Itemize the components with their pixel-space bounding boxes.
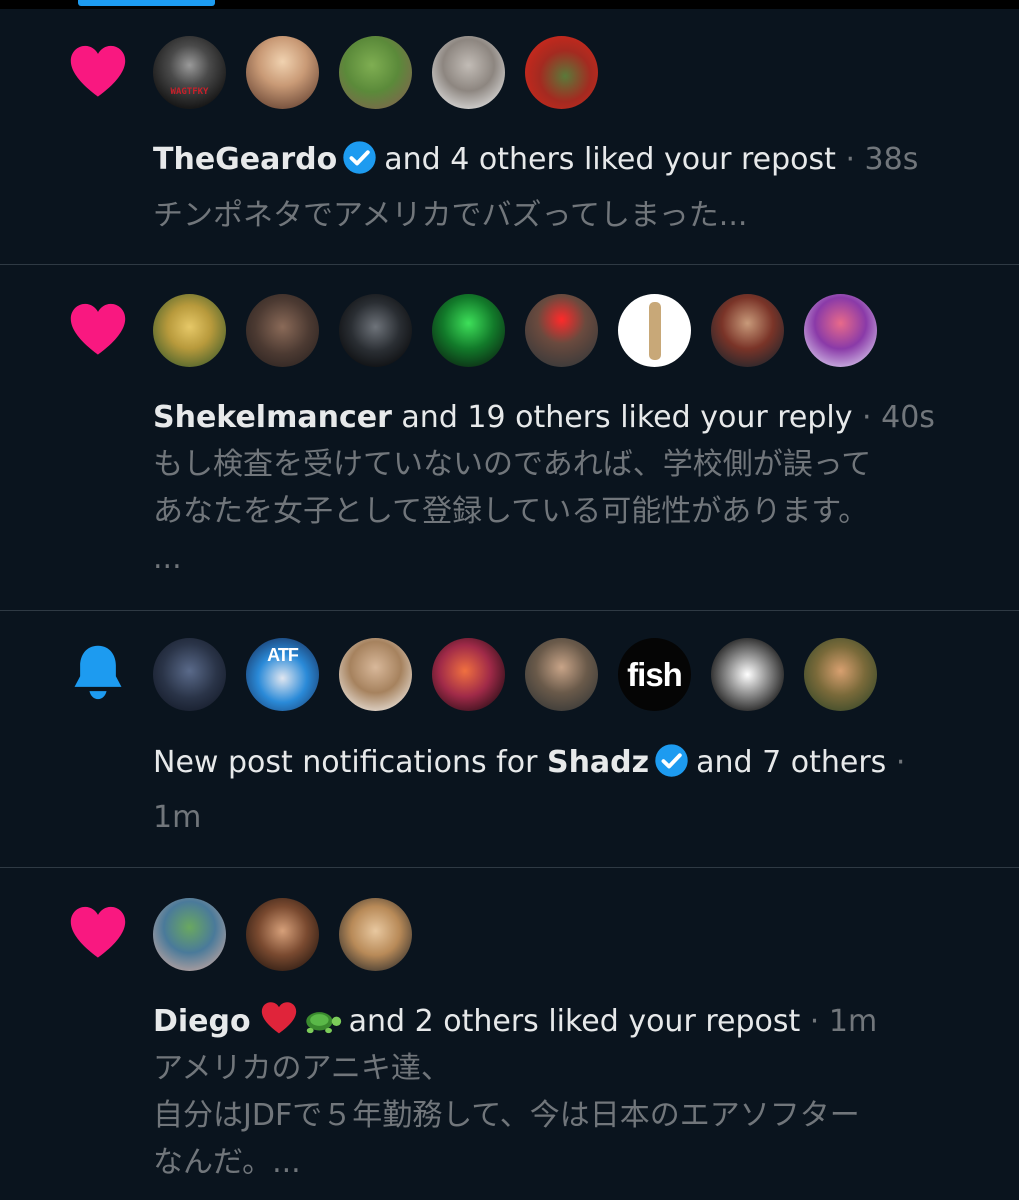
- avatar[interactable]: [153, 898, 226, 971]
- avatar[interactable]: [339, 294, 412, 367]
- timestamp: 38s: [864, 142, 919, 177]
- notification-text: and 19 others liked your reply: [401, 400, 853, 435]
- separator-dot: ·: [845, 142, 855, 177]
- preview-line: あなたを女子として登録している可能性があります。: [153, 494, 869, 529]
- preview-line: 自分はJDFで５年勤務して、今は日本のエアソフター: [153, 1098, 860, 1133]
- avatar[interactable]: [246, 36, 319, 109]
- separator-dot: ·: [862, 400, 872, 435]
- turtle-emoji-icon: [305, 1012, 341, 1034]
- avatar[interactable]: WAGTFKY: [153, 36, 226, 109]
- post-preview[interactable]: もし検査を受けていないのであれば、学校側が誤って あなたを女子として登録している…: [153, 441, 993, 582]
- notification-headline: Diego and 2 others liked your repost · 1m: [153, 999, 993, 1044]
- preview-line: もし検査を受けていないのであれば、学校側が誤って: [153, 447, 872, 482]
- post-preview[interactable]: アメリカのアニキ達、 自分はJDFで５年勤務して、今は日本のエアソフター なんだ…: [153, 1045, 993, 1186]
- avatar[interactable]: [432, 294, 505, 367]
- avatar-caption: ATF: [267, 645, 299, 665]
- avatar[interactable]: [339, 898, 412, 971]
- notification-text: and 2 others liked your repost: [348, 1004, 801, 1039]
- avatar[interactable]: [153, 638, 226, 711]
- avatar-graphic: [648, 301, 661, 360]
- avatar[interactable]: [339, 638, 412, 711]
- user-name[interactable]: Diego: [153, 1004, 251, 1039]
- avatar[interactable]: [525, 36, 598, 109]
- preview-line: アメリカのアニキ達、: [153, 1051, 451, 1086]
- avatar[interactable]: [804, 638, 877, 711]
- heart-icon: [70, 45, 126, 97]
- red-heart-emoji-icon: [261, 1002, 296, 1034]
- notification-headline: New post notifications for Shadz and 7 ot…: [153, 741, 993, 785]
- notification-time-row: 1m: [153, 796, 993, 840]
- notification-item[interactable]: Diego and 2 others liked your repost · 1m…: [0, 868, 1019, 1200]
- notification-item[interactable]: ATF fish New post notifications for Shad…: [0, 611, 1019, 867]
- avatar[interactable]: [153, 294, 226, 367]
- active-tab-indicator[interactable]: [78, 0, 215, 6]
- avatar[interactable]: [525, 294, 598, 367]
- post-preview[interactable]: チンポネタでアメリカでバズってしまった...: [153, 192, 993, 239]
- preview-line: なんだ。...: [153, 1145, 301, 1180]
- notification-text: and 4 others liked your repost: [384, 142, 836, 177]
- heart-icon: [70, 906, 126, 958]
- separator-dot: ·: [809, 1004, 820, 1039]
- notification-prefix: New post notifications for: [153, 745, 538, 780]
- user-name[interactable]: Shekelmancer: [153, 400, 392, 435]
- avatar[interactable]: [711, 638, 784, 711]
- avatar-caption: WAGTFKY: [170, 86, 209, 97]
- avatar[interactable]: [804, 294, 877, 367]
- notification-item[interactable]: WAGTFKY TheGeardo and 4 others liked your…: [0, 9, 1019, 264]
- avatar[interactable]: [339, 36, 412, 109]
- avatar[interactable]: [432, 36, 505, 109]
- verified-badge-icon: [343, 141, 376, 174]
- avatar[interactable]: [525, 638, 598, 711]
- avatar[interactable]: [246, 898, 319, 971]
- avatar[interactable]: [432, 638, 505, 711]
- separator-dot: ·: [895, 745, 906, 780]
- bell-icon: [74, 645, 122, 700]
- notification-item[interactable]: Shekelmancer and 19 others liked your re…: [0, 265, 1019, 610]
- timestamp: 40s: [881, 400, 935, 435]
- user-name[interactable]: TheGeardo: [153, 142, 337, 177]
- avatar[interactable]: [711, 294, 784, 367]
- avatar-caption: fish: [627, 655, 683, 693]
- verified-badge-icon: [655, 744, 688, 777]
- notification-headline: Shekelmancer and 19 others liked your re…: [153, 396, 993, 440]
- notifications-feed: WAGTFKY TheGeardo and 4 others liked your…: [0, 0, 1019, 1200]
- timestamp: 1m: [828, 1004, 878, 1039]
- timestamp: 1m: [153, 800, 202, 835]
- preview-line: チンポネタでアメリカでバズってしまった...: [153, 198, 748, 233]
- heart-icon: [70, 303, 126, 355]
- preview-line: ...: [153, 541, 182, 576]
- user-name[interactable]: Shadz: [547, 745, 649, 780]
- avatar[interactable]: [618, 294, 691, 367]
- notification-suffix: and 7 others: [696, 745, 887, 780]
- avatar[interactable]: ATF: [246, 638, 319, 711]
- avatar[interactable]: [246, 294, 319, 367]
- avatar[interactable]: fish: [618, 638, 691, 711]
- notification-headline: TheGeardo and 4 others liked your repost …: [153, 138, 993, 182]
